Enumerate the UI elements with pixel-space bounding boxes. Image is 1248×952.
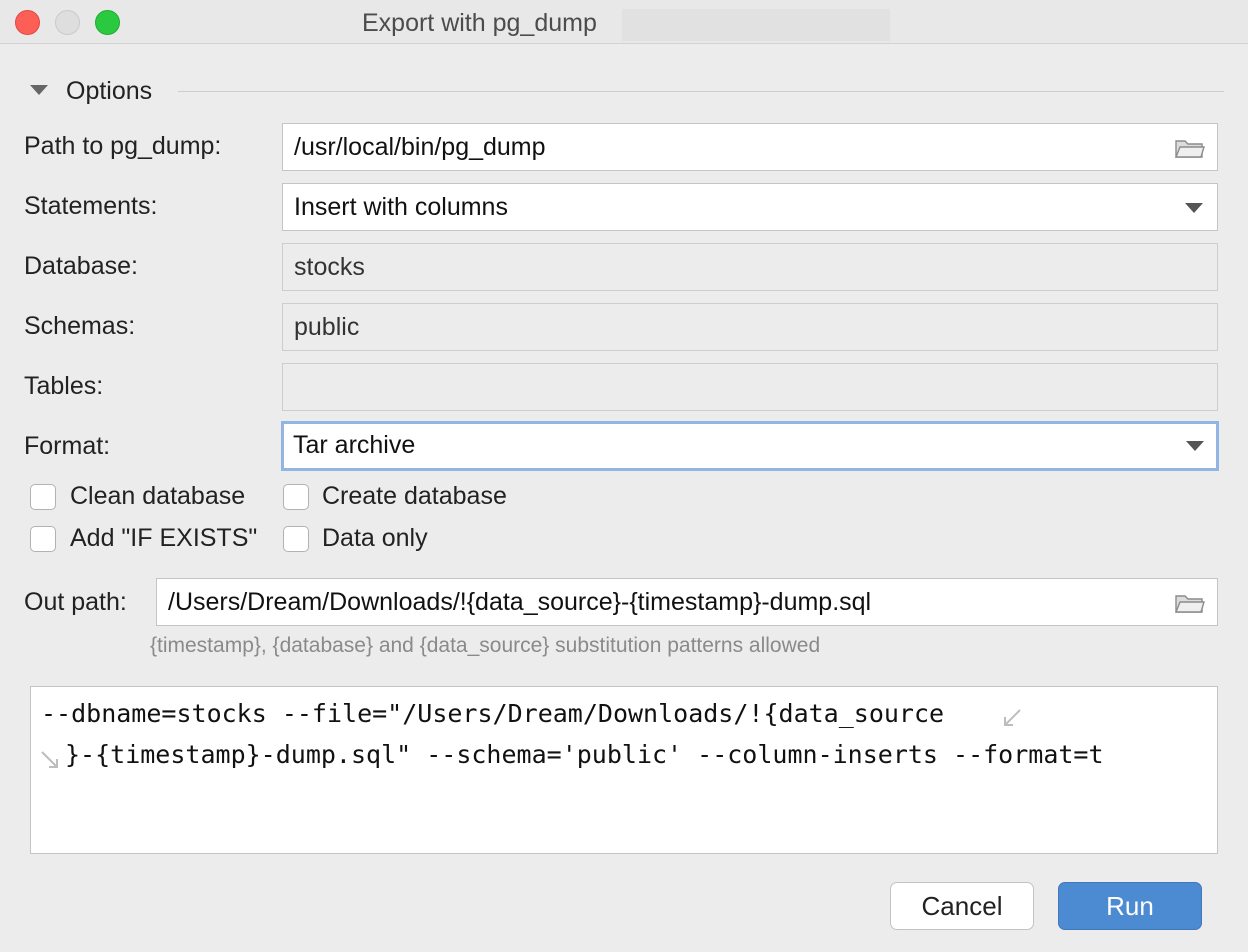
statements-label: Statements: [24, 192, 158, 220]
format-dropdown[interactable]: Tar archive [281, 421, 1219, 471]
title-redaction [622, 9, 890, 41]
out-path-hint: {timestamp}, {database} and {data_source… [150, 634, 821, 657]
out-path-label: Out path: [24, 588, 127, 616]
section-divider [178, 91, 1224, 92]
folder-icon[interactable] [1175, 138, 1205, 158]
path-to-pg-dump-value: /usr/local/bin/pg_dump [294, 133, 546, 161]
clean-database-label[interactable]: Clean database [70, 482, 245, 511]
soft-wrap-icon [1004, 709, 1021, 726]
data-only-label[interactable]: Data only [322, 524, 428, 553]
tables-field [282, 363, 1218, 411]
command-line-1: --dbname=stocks --file="/Users/Dream/Dow… [41, 699, 945, 728]
window-title: Export with pg_dump [362, 9, 597, 37]
statements-value: Insert with columns [294, 193, 508, 221]
add-if-exists-checkbox[interactable] [30, 526, 56, 552]
maximize-window-button[interactable] [95, 10, 120, 35]
schemas-field: public [282, 303, 1218, 351]
options-section-header[interactable]: Options [30, 76, 1224, 106]
database-label: Database: [24, 252, 138, 280]
path-to-pg-dump-field[interactable]: /usr/local/bin/pg_dump [282, 123, 1218, 171]
tables-label: Tables: [24, 372, 104, 400]
command-line-2: }-{timestamp}-dump.sql" --schema='public… [65, 740, 1104, 769]
schemas-label: Schemas: [24, 312, 136, 340]
create-database-label[interactable]: Create database [322, 482, 507, 511]
out-path-value: /Users/Dream/Downloads/!{data_source}-{t… [168, 588, 872, 616]
database-field: stocks [282, 243, 1218, 291]
schemas-value: public [294, 313, 360, 341]
dropdown-arrow-icon [1186, 441, 1204, 451]
close-window-button[interactable] [15, 10, 40, 35]
format-value: Tar archive [293, 431, 416, 459]
path-to-pg-dump-label: Path to pg_dump: [24, 132, 222, 160]
cancel-button[interactable]: Cancel [890, 882, 1034, 930]
clean-database-checkbox[interactable] [30, 484, 56, 510]
out-path-field[interactable]: /Users/Dream/Downloads/!{data_source}-{t… [156, 578, 1218, 626]
soft-wrap-icon [41, 751, 58, 768]
options-section-label: Options [66, 77, 153, 105]
dropdown-arrow-icon [1185, 203, 1203, 213]
collapse-triangle-icon[interactable] [30, 85, 48, 95]
database-value: stocks [294, 253, 365, 281]
run-button[interactable]: Run [1058, 882, 1202, 930]
title-bar: Export with pg_dump [0, 0, 1248, 44]
format-label: Format: [24, 432, 111, 460]
command-preview[interactable]: --dbname=stocks --file="/Users/Dream/Dow… [30, 686, 1218, 854]
create-database-checkbox[interactable] [283, 484, 309, 510]
statements-dropdown[interactable]: Insert with columns [282, 183, 1218, 231]
folder-icon[interactable] [1175, 593, 1205, 613]
minimize-window-button[interactable] [55, 10, 80, 35]
data-only-checkbox[interactable] [283, 526, 309, 552]
add-if-exists-label[interactable]: Add "IF EXISTS" [70, 524, 257, 553]
